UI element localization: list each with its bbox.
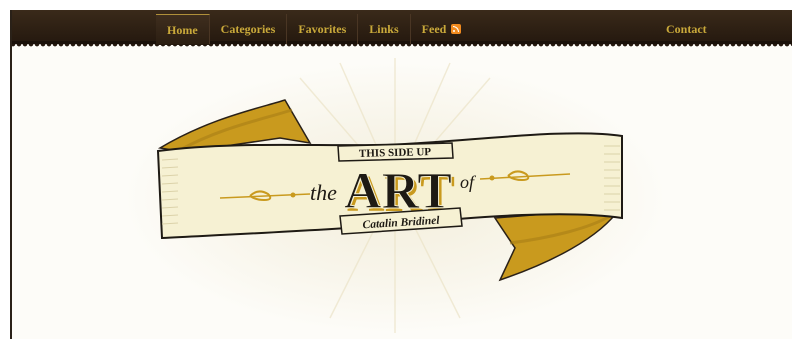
nav-item-links[interactable]: Links: [358, 14, 411, 44]
rss-icon: [451, 24, 462, 34]
nav-item-label: Favorites: [298, 21, 347, 36]
nav-item-label: Contact: [666, 21, 707, 36]
nav-item-home[interactable]: Home: [156, 14, 210, 45]
nav-item-categories[interactable]: Categories: [210, 14, 288, 44]
nav-item-favorites[interactable]: Favorites: [287, 14, 359, 44]
top-navigation-bar: Home Categories Favorites Links Feed Con…: [10, 10, 792, 48]
site-logo[interactable]: THIS SIDE UP the ART ART of Catalin Brid…: [10, 48, 792, 339]
logo-prefix: the: [310, 180, 337, 205]
nav-item-label: Home: [167, 22, 198, 37]
nav-item-feed[interactable]: Feed: [411, 14, 473, 44]
page-left-border: [10, 10, 12, 339]
main-nav: Home Categories Favorites Links Feed: [156, 14, 473, 45]
tagline-text: THIS SIDE UP: [359, 146, 432, 160]
page-frame: Home Categories Favorites Links Feed Con…: [10, 10, 792, 339]
nav-item-contact[interactable]: Contact: [656, 14, 717, 44]
nav-item-label: Links: [369, 21, 399, 36]
tagline-badge: THIS SIDE UP: [337, 142, 454, 162]
nav-item-label: Categories: [220, 21, 276, 36]
hero-banner: THIS SIDE UP the ART ART of Catalin Brid…: [10, 48, 792, 339]
nav-item-label: Feed: [421, 21, 447, 36]
